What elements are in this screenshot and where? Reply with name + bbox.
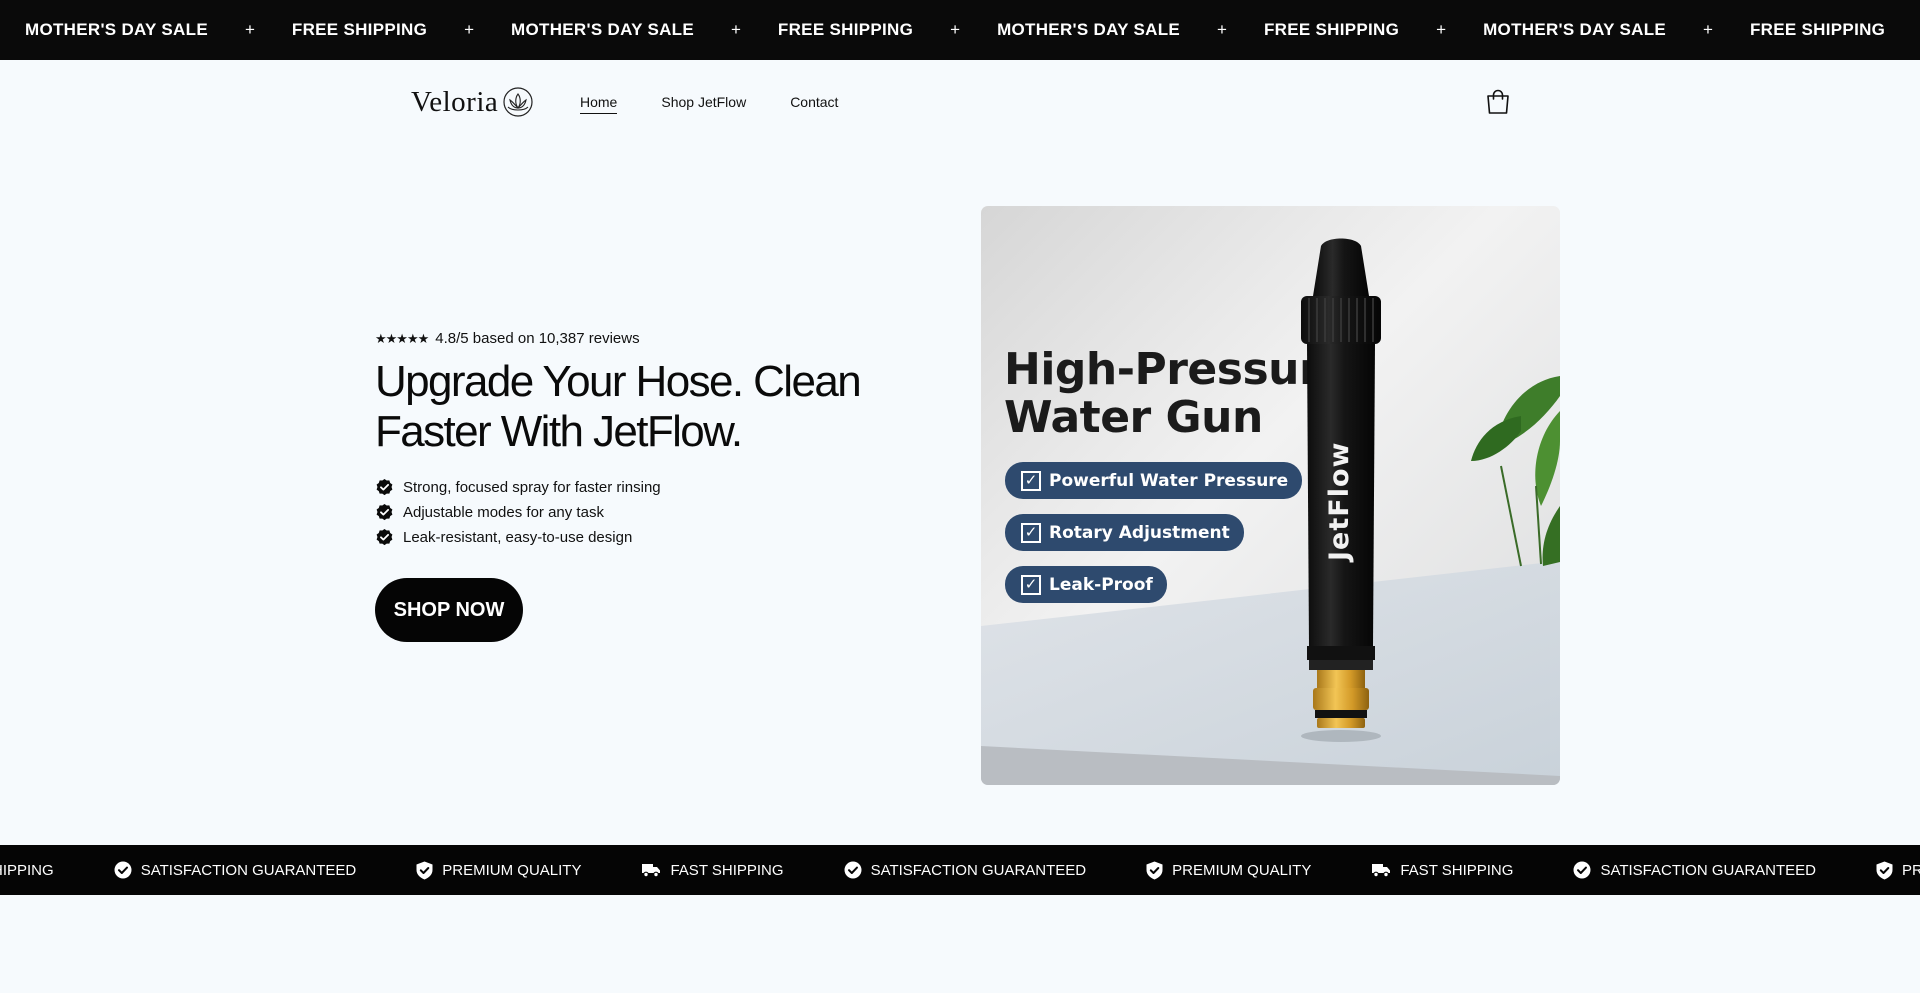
main-nav: Home Shop JetFlow Contact [580, 94, 838, 114]
check-circle-icon [1573, 861, 1591, 879]
feature-list: Strong, focused spray for faster rinsing… [375, 475, 935, 550]
announcement-item: MOTHER'S DAY SALE [25, 20, 208, 39]
rating-stars: ★★★★★ [375, 330, 429, 346]
trust-item: FAST SHIPPING [1371, 862, 1513, 879]
logo[interactable]: Veloria [411, 84, 534, 120]
hero-headline: Upgrade Your Hose. Clean Faster With Jet… [375, 357, 935, 457]
headline-line-2: Faster With JetFlow. [375, 407, 743, 456]
lotus-logo-icon [503, 87, 533, 117]
trust-item: HIPPING [0, 862, 54, 879]
hero-content: ★★★★★ 4.8/5 based on 10,387 reviews Upgr… [375, 330, 935, 642]
nav-shop-jetflow[interactable]: Shop JetFlow [661, 94, 746, 114]
rating-text: 4.8/5 based on 10,387 reviews [435, 330, 640, 347]
feature-text: Strong, focused spray for faster rinsing [403, 479, 661, 496]
truck-icon [641, 862, 661, 878]
trust-strip: HIPPING SATISFACTION GUARANTEED PREMIUM QU… [0, 845, 1920, 895]
check-circle-icon [844, 861, 862, 879]
feature-item: Adjustable modes for any task [375, 500, 935, 525]
trust-item-label: SATISFACTION GUARANTEED [1600, 861, 1817, 879]
trust-item: SATISFACTION GUARANTEED [1573, 861, 1816, 879]
announcement-separator: + [1436, 20, 1447, 39]
product-image: High-Pressure Water Gun ✓ Powerful Water… [981, 206, 1560, 785]
announcement-item: FREE SHIPPING [1263, 20, 1400, 39]
site-header: Veloria Home Shop JetFlow Contact [0, 60, 1920, 144]
announcement-track: MOTHER'S DAY SALE + FREE SHIPPING + MOTHER'S… [25, 0, 1920, 60]
feature-text: Adjustable modes for any task [403, 504, 604, 521]
feature-item: Leak-resistant, easy-to-use design [375, 525, 935, 550]
trust-item: FAST SHIPPING [641, 861, 784, 879]
announcement-item: MOTHER'S DAY SALE [997, 20, 1181, 39]
trust-item-label: SATISFACTION GUARANTEED [870, 861, 1087, 879]
nav-home[interactable]: Home [580, 94, 618, 114]
announcement-separator: + [464, 20, 475, 39]
announcement-item: FREE SHIPPING [1749, 20, 1886, 39]
nav-contact[interactable]: Contact [790, 94, 838, 114]
check-badge-icon [376, 503, 393, 521]
trust-strip-track: HIPPING SATISFACTION GUARANTEED PREMIUM QU… [0, 845, 1920, 895]
feature-text: Leak-resistant, easy-to-use design [403, 529, 633, 546]
announcement-item: MOTHER'S DAY SALE [1483, 20, 1667, 39]
trust-item-label: FAST SHIPPING [670, 861, 784, 879]
trust-item-label: PREMIUM QUALITY [1172, 861, 1312, 879]
announcement-bar: MOTHER'S DAY SALE + FREE SHIPPING + MOTHER'S… [0, 0, 1920, 60]
headline-line-1: Upgrade Your Hose. Clean [375, 357, 862, 406]
rating: ★★★★★ 4.8/5 based on 10,387 reviews [375, 330, 935, 347]
shield-check-icon [1876, 861, 1893, 880]
shield-check-icon [416, 861, 433, 880]
trust-item: SATISFACTION GUARANTEED [844, 861, 1087, 879]
trust-item-label: FAST SHIPPING [1400, 861, 1514, 879]
product-brand-label: JetFlow [1324, 441, 1355, 561]
trust-item: PREMIUM QUALITY [416, 861, 581, 880]
announcement-item: FREE SHIPPING [291, 20, 428, 39]
check-badge-icon [376, 528, 393, 546]
trust-item-label: SATISFACTION GUARANTEED [140, 861, 357, 879]
shop-now-button[interactable]: SHOP NOW [375, 578, 523, 642]
water-gun-product [1301, 238, 1381, 742]
check-badge-icon [376, 478, 393, 496]
trust-item-label: PREMIUM QUALI [1902, 861, 1920, 879]
trust-item: SATISFACTION GUARANTEED [114, 861, 357, 879]
cart-button[interactable] [1483, 87, 1513, 117]
logo-text: Veloria [411, 85, 499, 118]
shopping-bag-icon [1487, 89, 1509, 114]
announcement-separator: + [1217, 20, 1227, 39]
announcement-separator: + [244, 20, 255, 39]
announcement-item: MOTHER'S DAY SALE [511, 20, 694, 39]
trust-item-label: PREMIUM QUALITY [442, 861, 582, 879]
trust-item-label: HIPPING [0, 861, 54, 879]
announcement-separator: + [1703, 20, 1713, 39]
announcement-separator: + [950, 20, 961, 39]
check-circle-icon [114, 861, 132, 879]
announcement-item: FREE SHIPPING [777, 20, 914, 39]
trust-item: PREMIUM QUALI [1876, 861, 1920, 880]
truck-icon [1371, 862, 1391, 878]
feature-item: Strong, focused spray for faster rinsing [375, 475, 935, 500]
shield-check-icon [1146, 861, 1163, 880]
announcement-separator: + [730, 20, 741, 39]
trust-item: PREMIUM QUALITY [1146, 861, 1311, 880]
